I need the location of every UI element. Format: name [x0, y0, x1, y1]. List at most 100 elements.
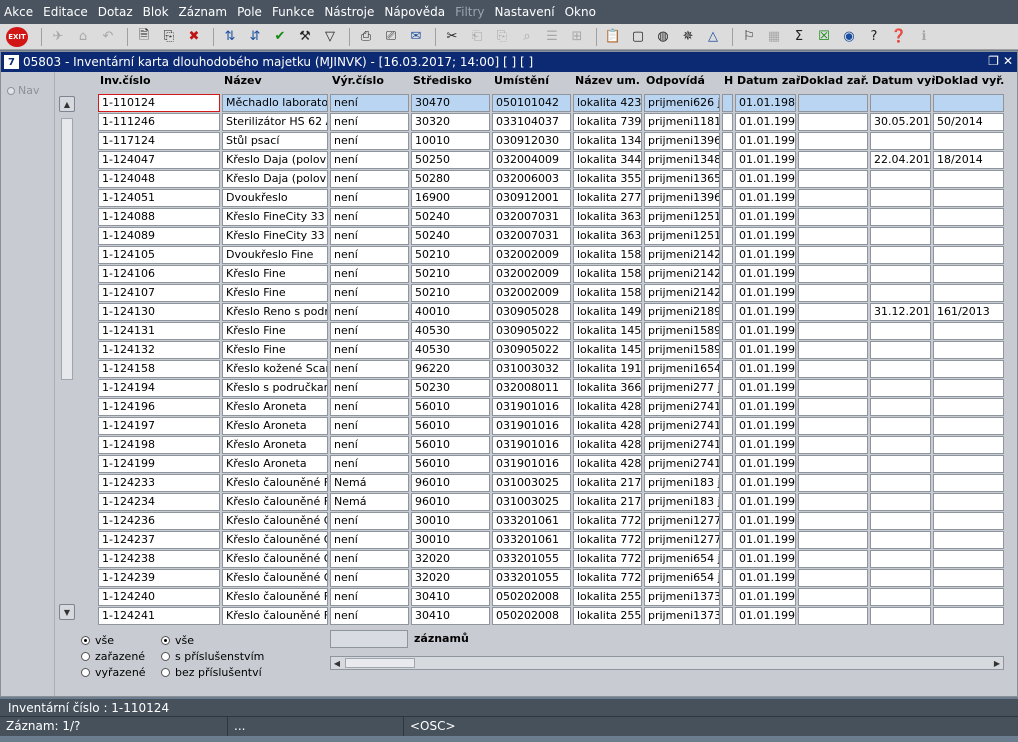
- cell-h[interactable]: [722, 227, 733, 245]
- cell-h[interactable]: [722, 132, 733, 150]
- cell-location[interactable]: 050101042: [492, 94, 571, 112]
- print-preview-icon[interactable]: ⎚: [380, 26, 402, 48]
- cell-cost-center[interactable]: 50280: [411, 170, 490, 188]
- cell-name[interactable]: Sterilizátor HS 62 A: [222, 113, 328, 131]
- cell-doc-discarded[interactable]: [933, 189, 1004, 207]
- cell-date-assigned[interactable]: 01.01.1998: [735, 531, 796, 549]
- cell-doc-discarded[interactable]: [933, 246, 1004, 264]
- scroll-thumb[interactable]: [61, 118, 73, 380]
- cell-inv-number[interactable]: 1-124238: [98, 550, 220, 568]
- scroll-up-icon[interactable]: ▲: [59, 96, 75, 112]
- cell-cost-center[interactable]: 50240: [411, 227, 490, 245]
- menu-editace[interactable]: Editace: [43, 5, 88, 19]
- cell-location-name[interactable]: lokalita 4234: [573, 94, 642, 112]
- table-row[interactable]: 1-124238 Křeslo čalouněné Onení 32020 03320…: [98, 550, 1004, 569]
- cell-h[interactable]: [722, 360, 733, 378]
- filter-option[interactable]: zařazené: [81, 648, 146, 664]
- cell-inv-number[interactable]: 1-124234: [98, 493, 220, 511]
- info-icon[interactable]: ℹ: [913, 26, 935, 48]
- cell-cost-center[interactable]: 96010: [411, 474, 490, 492]
- table-row[interactable]: 1-124158 Křeslo kožené Scar není 96220 03100…: [98, 360, 1004, 379]
- menu-funkce[interactable]: Funkce: [272, 5, 314, 19]
- cell-doc-discarded[interactable]: [933, 493, 1004, 511]
- cell-location[interactable]: 032007031: [492, 227, 571, 245]
- cell-cost-center[interactable]: 30010: [411, 512, 490, 530]
- cell-name[interactable]: Křeslo kožené Scar: [222, 360, 328, 378]
- cell-h[interactable]: [722, 550, 733, 568]
- cell-inv-number[interactable]: 1-124240: [98, 588, 220, 606]
- cell-date-assigned[interactable]: 01.01.1998: [735, 474, 796, 492]
- cell-h[interactable]: [722, 512, 733, 530]
- cell-serial-number[interactable]: není: [330, 512, 409, 530]
- cell-cost-center[interactable]: 16900: [411, 189, 490, 207]
- cell-doc-assigned[interactable]: [798, 189, 868, 207]
- cell-cost-center[interactable]: 50240: [411, 208, 490, 226]
- cell-h[interactable]: [722, 284, 733, 302]
- cell-doc-discarded[interactable]: [933, 227, 1004, 245]
- cell-date-discarded[interactable]: [870, 436, 931, 454]
- cell-inv-number[interactable]: 1-124196: [98, 398, 220, 416]
- cell-doc-assigned[interactable]: [798, 588, 868, 606]
- cell-doc-assigned[interactable]: [798, 246, 868, 264]
- cell-responsible[interactable]: prijmeni1348 jm: [644, 151, 720, 169]
- check-icon[interactable]: ✔: [269, 26, 291, 48]
- cell-location-name[interactable]: lokalita 3551: [573, 170, 642, 188]
- cell-doc-assigned[interactable]: [798, 436, 868, 454]
- table-row[interactable]: 1-124051 Dvoukřeslo není 16900 030912001 loka…: [98, 189, 1004, 208]
- cell-cost-center[interactable]: 32020: [411, 569, 490, 587]
- filter-option[interactable]: s příslušenstvím: [161, 648, 264, 664]
- cell-date-discarded[interactable]: [870, 227, 931, 245]
- cell-location[interactable]: 030912001: [492, 189, 571, 207]
- scroll-left-icon[interactable]: ◀: [331, 657, 343, 669]
- cell-location[interactable]: 030905022: [492, 322, 571, 340]
- cell-inv-number[interactable]: 1-124088: [98, 208, 220, 226]
- column-header-location-name[interactable]: Název um.: [575, 74, 646, 90]
- cell-h[interactable]: [722, 474, 733, 492]
- globe-icon[interactable]: ◍: [652, 26, 674, 48]
- table-row[interactable]: 1-124237 Křeslo čalouněné Onení 30010 03320…: [98, 531, 1004, 550]
- cell-location[interactable]: 032006003: [492, 170, 571, 188]
- radio-icon[interactable]: [161, 667, 170, 677]
- table-row[interactable]: 1-124198 Křeslo Aroneta není 56010 031901016…: [98, 436, 1004, 455]
- cell-name[interactable]: Křeslo čalouněné F: [222, 474, 328, 492]
- cell-name[interactable]: Křeslo Fine: [222, 265, 328, 283]
- menu-nastaveni[interactable]: Nastavení: [495, 5, 555, 19]
- column-header-inv-number[interactable]: Inv.číslo: [100, 74, 224, 90]
- cell-doc-discarded[interactable]: [933, 208, 1004, 226]
- cell-location[interactable]: 032004009: [492, 151, 571, 169]
- cell-h[interactable]: [722, 208, 733, 226]
- printer-icon[interactable]: ⎙: [355, 26, 377, 48]
- cell-date-assigned[interactable]: 01.01.1992: [735, 170, 796, 188]
- cell-responsible[interactable]: prijmeni1373 jm: [644, 607, 720, 625]
- cell-doc-assigned[interactable]: [798, 417, 868, 435]
- cell-date-discarded[interactable]: 30.05.2014: [870, 113, 931, 131]
- cell-location-name[interactable]: lokalita 1453: [573, 322, 642, 340]
- cell-serial-number[interactable]: není: [330, 588, 409, 606]
- cell-date-discarded[interactable]: [870, 493, 931, 511]
- cell-h[interactable]: [722, 265, 733, 283]
- filter-option[interactable]: vše: [81, 632, 146, 648]
- cell-responsible[interactable]: prijmeni2741 jm: [644, 436, 720, 454]
- menu-akce[interactable]: Akce: [4, 5, 33, 19]
- cell-responsible[interactable]: prijmeni1396 jm: [644, 132, 720, 150]
- cell-serial-number[interactable]: není: [330, 398, 409, 416]
- cell-date-assigned[interactable]: 01.01.1998: [735, 455, 796, 473]
- cell-location[interactable]: 033104037: [492, 113, 571, 131]
- cell-location-name[interactable]: lokalita 1582: [573, 265, 642, 283]
- cell-date-assigned[interactable]: 01.01.1995: [735, 322, 796, 340]
- cell-name[interactable]: Křeslo čalouněné F: [222, 607, 328, 625]
- table-row[interactable]: 1-124241 Křeslo čalouněné Fnení 30410 05020…: [98, 607, 1004, 626]
- cell-name[interactable]: Křeslo čalouněné F: [222, 493, 328, 511]
- sort-desc-icon[interactable]: ⇵: [244, 26, 266, 48]
- cell-location-name[interactable]: lokalita 1912: [573, 360, 642, 378]
- cell-location-name[interactable]: lokalita 4288: [573, 398, 642, 416]
- radio-icon[interactable]: [161, 635, 170, 645]
- table-row[interactable]: 1-124107 Křeslo Fine není 50210 032002009 lok…: [98, 284, 1004, 303]
- cell-doc-assigned[interactable]: [798, 607, 868, 625]
- browser-icon[interactable]: ◉: [838, 26, 860, 48]
- filter-option[interactable]: vyřazené: [81, 664, 146, 680]
- cell-date-assigned[interactable]: 01.01.1995: [735, 246, 796, 264]
- column-header-h[interactable]: H: [724, 74, 737, 90]
- cell-date-assigned[interactable]: 01.01.1992: [735, 132, 796, 150]
- cell-cost-center[interactable]: 30410: [411, 588, 490, 606]
